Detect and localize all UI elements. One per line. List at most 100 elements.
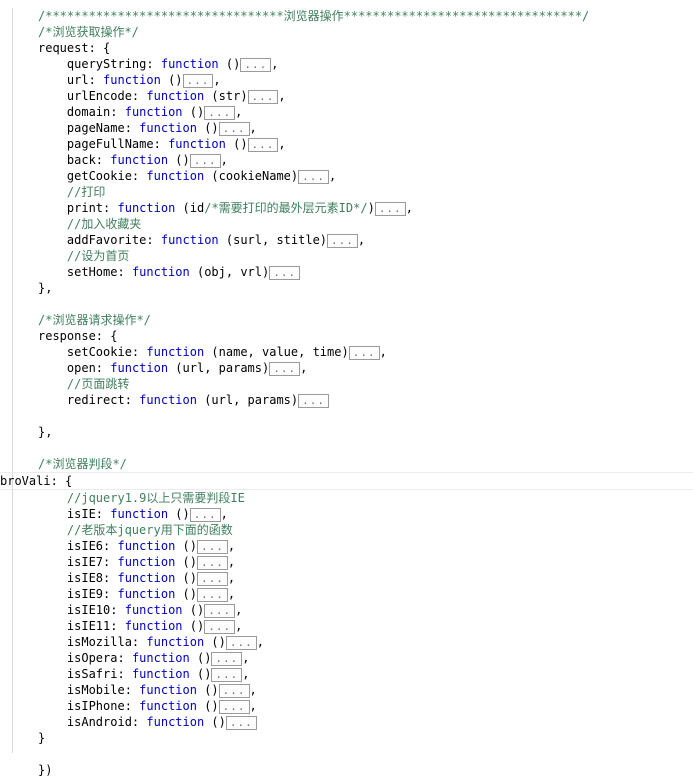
collapsed-block-toggle[interactable]: ... (225, 716, 257, 730)
collapsed-block-toggle[interactable]: ... (225, 636, 257, 650)
code-line-member[interactable]: back: function ()..., (0, 152, 693, 168)
code-line-comment[interactable]: //设为首页 (0, 248, 693, 264)
code-line-block[interactable]: }, (0, 424, 693, 440)
collapsed-block-toggle[interactable]: ... (196, 556, 228, 570)
member-name: pageFullName: (66, 137, 161, 151)
function-keyword: function (117, 201, 176, 215)
code-line-member[interactable]: domain: function ()..., (0, 104, 693, 120)
line-terminator: , (235, 603, 243, 617)
collapsed-block-toggle[interactable]: ... (196, 572, 228, 586)
code-line-member[interactable]: redirect: function (url, params)... (0, 392, 693, 408)
code-line-comment[interactable]: //加入收藏夹 (0, 216, 693, 232)
code-line-member[interactable]: isMobile: function ()..., (0, 682, 693, 698)
collapsed-block-toggle[interactable]: ... (204, 604, 236, 618)
member-name: isIE8: (66, 571, 111, 585)
code-line-comment[interactable]: /*浏览器请求操作*/ (0, 312, 693, 328)
code-line-block[interactable]: }, (0, 280, 693, 296)
member-name: getCookie: (66, 169, 140, 183)
function-keyword: function (146, 345, 205, 359)
code-line-member[interactable]: isIE7: function ()..., (0, 554, 693, 570)
line-terminator: , (249, 121, 257, 135)
code-line-member[interactable]: getCookie: function (cookieName)..., (0, 168, 693, 184)
code-line-member[interactable]: isIE8: function ()..., (0, 570, 693, 586)
code-line-comment[interactable]: /*浏览获取操作*/ (0, 24, 693, 40)
param-list: () (204, 699, 219, 713)
code-line-comment[interactable]: //页面跳转 (0, 376, 693, 392)
code-line-member[interactable]: setCookie: function (name, value, time).… (0, 344, 693, 360)
line-terminator: , (235, 619, 243, 633)
code-line-member[interactable]: url: function ()..., (0, 72, 693, 88)
code-line-member[interactable]: isIE9: function ()..., (0, 586, 693, 602)
member-name: setHome: (66, 265, 125, 279)
collapsed-block-toggle[interactable]: ... (298, 170, 329, 184)
code-line-member[interactable]: isIE: function ()..., (0, 506, 693, 522)
collapsed-block-toggle[interactable]: ... (327, 234, 358, 248)
param-list: () (189, 105, 205, 119)
collapsed-block-toggle[interactable]: ... (247, 138, 279, 152)
collapsed-block-toggle[interactable]: ... (240, 58, 272, 72)
code-line-member[interactable]: isIPhone: function ()..., (0, 698, 693, 714)
code-line-member[interactable]: pageName: function ()..., (0, 120, 693, 136)
code-line-comment[interactable]: /*浏览器判段*/ (0, 456, 693, 472)
collapsed-block-toggle[interactable]: ... (189, 154, 221, 168)
collapsed-block-toggle[interactable]: ... (218, 122, 250, 136)
collapsed-block-toggle[interactable]: ... (247, 90, 279, 104)
collapsed-block-toggle[interactable]: ... (196, 588, 228, 602)
code-line-member[interactable]: isIE11: function ()..., (0, 618, 693, 634)
param-list: () (189, 619, 205, 633)
param-list: () (168, 73, 183, 87)
code-line-block[interactable]: }) (0, 762, 693, 778)
line-terminator: , (227, 539, 236, 553)
collapsed-block-toggle[interactable]: ... (204, 106, 236, 120)
collapsed-block-toggle[interactable]: ... (182, 74, 214, 88)
line-terminator: , (242, 667, 250, 681)
collapsed-block-toggle[interactable]: ... (298, 394, 329, 408)
member-name: isIPhone: (66, 699, 132, 713)
code-line-block[interactable]: } (0, 730, 693, 746)
param-list: (id/*需要打印的最外层元素ID*/) (182, 201, 375, 215)
code-line-comment[interactable]: //打印 (0, 184, 693, 200)
code-line-member[interactable]: isSafri: function ()..., (0, 666, 693, 682)
code-line-member[interactable]: isOpera: function ()..., (0, 650, 693, 666)
code-line-comment[interactable]: //老版本jquery用下面的函数 (0, 522, 693, 538)
collapsed-block-toggle[interactable]: ... (374, 202, 406, 216)
collapsed-block-toggle[interactable]: ... (269, 362, 301, 376)
member-name: back: (66, 153, 104, 167)
code-line-member[interactable]: pageFullName: function ()..., (0, 136, 693, 152)
collapsed-block-toggle[interactable]: ... (218, 700, 250, 714)
comment-text: //打印 (66, 185, 106, 199)
function-keyword: function (139, 699, 197, 713)
code-editor-viewport: /*********************************浏览器操作*… (0, 0, 693, 777)
code-line-block[interactable]: response: { (0, 328, 693, 344)
code-line-comment[interactable]: /*********************************浏览器操作*… (0, 8, 693, 24)
code-line-member[interactable]: urlEncode: function (str)..., (0, 88, 693, 104)
collapsed-block-toggle[interactable]: ... (196, 540, 228, 554)
code-text: }, (38, 281, 53, 295)
code-line-member[interactable]: isIE10: function ()..., (0, 602, 693, 618)
param-list: () (196, 667, 212, 681)
code-line-member[interactable]: queryString: function ()..., (0, 56, 693, 72)
code-line-member[interactable]: isAndroid: function ()... (0, 714, 693, 730)
code-text: request: { (38, 41, 111, 55)
collapsed-block-toggle[interactable]: ... (211, 668, 243, 682)
collapsed-block-toggle[interactable]: ... (189, 508, 221, 522)
code-line-member[interactable]: isIE6: function ()..., (0, 538, 693, 554)
function-keyword: function (160, 57, 219, 71)
code-line-member[interactable]: isMozilla: function ()..., (0, 634, 693, 650)
comment-text: //jquery1.9以上只需要判段IE (66, 491, 245, 505)
code-line-member[interactable]: addFavorite: function (surl, stitle)..., (0, 232, 693, 248)
collapsed-block-toggle[interactable]: ... (211, 652, 243, 666)
member-name: isMozilla: (66, 635, 140, 649)
code-line-member[interactable]: open: function (url, params)..., (0, 360, 693, 376)
code-line-block[interactable]: request: { (0, 40, 693, 56)
collapsed-block-toggle[interactable]: ... (348, 346, 380, 360)
code-line-member[interactable]: print: function (id/*需要打印的最外层元素ID*/)..., (0, 200, 693, 216)
collapsed-block-toggle[interactable]: ... (269, 266, 301, 280)
collapsed-block-toggle[interactable]: ... (218, 684, 250, 698)
collapsed-block-toggle[interactable]: ... (204, 620, 236, 634)
code-line-block[interactable]: broVali: { (0, 472, 693, 490)
code-line-member[interactable]: setHome: function (obj, vrl)... (0, 264, 693, 280)
code-lines-container[interactable]: /*********************************浏览器操作*… (0, 8, 693, 778)
code-line-comment[interactable]: //jquery1.9以上只需要判段IE (0, 490, 693, 506)
